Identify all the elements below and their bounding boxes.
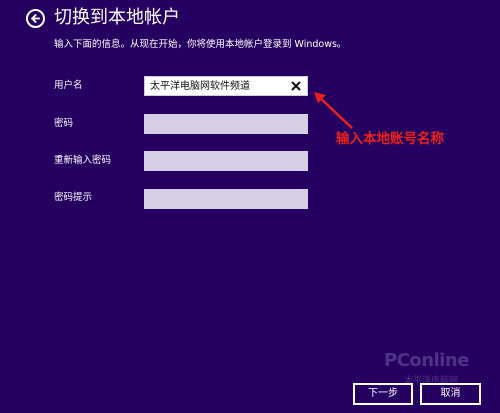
annotation-arrow-icon bbox=[314, 92, 353, 129]
clear-username-button[interactable] bbox=[290, 80, 302, 92]
clear-x-icon bbox=[291, 81, 301, 91]
pconline-watermark: PConline 太平洋电脑网 bbox=[384, 350, 494, 386]
back-button[interactable] bbox=[26, 9, 45, 28]
password-hint-label: 密码提示 bbox=[54, 192, 93, 203]
username-value: 太平洋电脑网软件频道 bbox=[150, 81, 250, 92]
username-field[interactable]: 太平洋电脑网软件频道 bbox=[144, 76, 308, 96]
password-label: 密码 bbox=[54, 118, 74, 129]
cancel-button[interactable]: 取消 bbox=[420, 383, 481, 405]
confirm-password-field[interactable] bbox=[144, 151, 308, 171]
annotation-text: 输入本地账号名称 bbox=[336, 131, 444, 147]
password-hint-field[interactable] bbox=[144, 189, 308, 209]
password-field[interactable] bbox=[144, 114, 308, 134]
username-label: 用户名 bbox=[54, 80, 83, 91]
page-subtitle: 输入下面的信息。从现在开始，你将使用本地帐户登录到 Windows。 bbox=[54, 39, 347, 50]
next-button[interactable]: 下一步 bbox=[353, 383, 413, 405]
switch-local-account-page: 切换到本地帐户 输入下面的信息。从现在开始，你将使用本地帐户登录到 Window… bbox=[0, 0, 500, 413]
back-arrow-icon bbox=[30, 13, 40, 24]
confirm-password-label: 重新输入密码 bbox=[54, 155, 112, 166]
watermark-brand: PConline bbox=[384, 350, 469, 371]
page-title: 切换到本地帐户 bbox=[54, 7, 180, 28]
